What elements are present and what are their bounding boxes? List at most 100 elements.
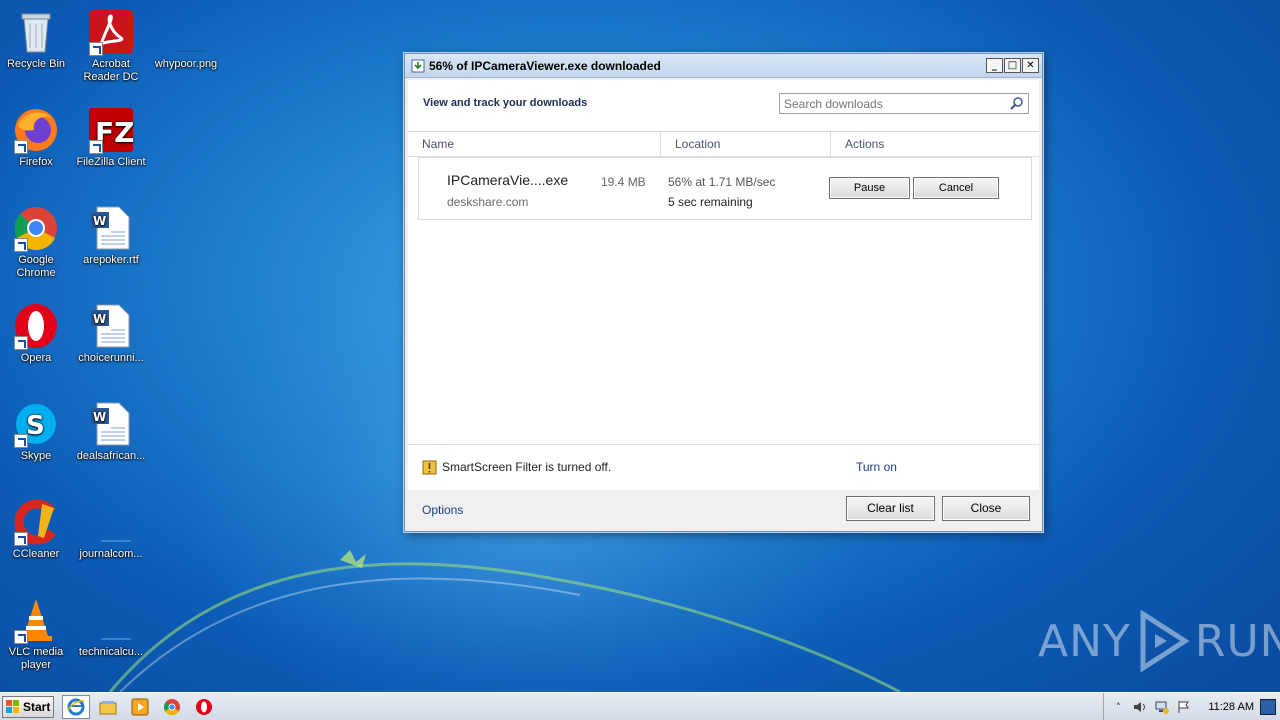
desktop-icon-label: Opera [20, 352, 52, 364]
opera-icon [196, 698, 212, 715]
word-doc-icon: W [87, 302, 135, 350]
options-link[interactable]: Options [422, 503, 463, 517]
desktop-icon-firefox[interactable]: Firefox [0, 106, 74, 169]
desktop-icon-label: arepoker.rtf [83, 254, 139, 266]
close-button[interactable]: Close [942, 496, 1030, 521]
play-logo-icon [1140, 610, 1190, 672]
desktop-icon-label: Skype [20, 450, 52, 462]
file-explorer-icon [99, 700, 117, 714]
desktop-icon-choicerunni[interactable]: W choicerunni... [73, 302, 149, 365]
desktop-icon-label: journalcom... [79, 548, 143, 560]
column-header-name[interactable]: Name [408, 132, 661, 156]
desktop-icon-dealsafrican[interactable]: W dealsafrican... [73, 400, 149, 463]
taskbar-opera[interactable] [190, 695, 218, 719]
desktop-icon-label: VLC media player [8, 646, 64, 671]
desktop-icon-ccleaner[interactable]: CCleaner [0, 498, 74, 561]
window-titlebar[interactable]: 56% of IPCameraViewer.exe downloaded _ □… [405, 54, 1042, 78]
svg-text:W: W [93, 312, 106, 326]
download-item[interactable]: IPCameraVie....exe 19.4 MB deskshare.com… [418, 157, 1032, 220]
desktop-icon-label: technicalcu... [78, 646, 144, 658]
word-doc-icon: W [87, 204, 135, 252]
desktop-icon-label: Google Chrome [16, 254, 56, 279]
show-hidden-icons-chevron-icon[interactable]: ˄ [1110, 699, 1126, 715]
png-file-icon [162, 8, 210, 56]
column-headers: Name Location Actions [408, 132, 1039, 157]
shortcut-arrow-icon [14, 140, 28, 154]
shortcut-arrow-icon [89, 140, 103, 154]
start-label: Start [23, 699, 51, 714]
chrome-icon [164, 698, 180, 715]
desktop-icon-label: dealsafrican... [76, 450, 146, 462]
desktop-icon-acrobat[interactable]: Acrobat Reader DC [73, 8, 149, 84]
search-box[interactable] [779, 93, 1029, 114]
internet-explorer-icon [67, 698, 85, 715]
svg-text:W: W [93, 410, 106, 424]
desktop-icon-label: whypoor.png [154, 58, 218, 70]
taskbar-internet-explorer[interactable] [62, 694, 90, 719]
watermark-text-left: ANY [1038, 615, 1131, 667]
taskbar-chrome[interactable] [158, 695, 186, 719]
vlc-icon [12, 596, 60, 644]
column-header-actions: Actions [845, 137, 885, 151]
taskbar: Start ˄ 11:28 AM [0, 692, 1280, 720]
maximize-button[interactable]: □ [1004, 58, 1021, 73]
desktop-icon-whypoor[interactable]: whypoor.png [148, 8, 224, 71]
search-icon[interactable] [1009, 96, 1025, 112]
pause-button[interactable]: Pause [829, 177, 910, 199]
column-header-location[interactable]: Location [661, 132, 831, 156]
volume-icon[interactable] [1132, 699, 1148, 715]
download-manager-icon [411, 59, 425, 72]
window-title: 56% of IPCameraViewer.exe downloaded [429, 58, 661, 73]
smartscreen-bar: SmartScreen Filter is turned off. Turn o… [408, 444, 1039, 488]
turn-on-link[interactable]: Turn on [856, 460, 897, 474]
desktop-icon-opera[interactable]: Opera [0, 302, 74, 365]
window-footer: Options Clear list Close [405, 490, 1042, 531]
desktop-icon-skype[interactable]: S Skype [0, 400, 74, 463]
cancel-button[interactable]: Cancel [913, 177, 999, 199]
media-player-icon [131, 698, 149, 715]
downloads-window: 56% of IPCameraViewer.exe downloaded _ □… [404, 53, 1043, 532]
desktop-icon-journalcom[interactable]: journalcom... [73, 498, 149, 561]
close-window-button[interactable]: ✕ [1022, 58, 1039, 73]
clear-list-button[interactable]: Clear list [846, 496, 935, 521]
download-size: 19.4 MB [601, 175, 646, 189]
desktop-icon-label: choicerunni... [78, 352, 144, 364]
skype-icon: S [12, 400, 60, 448]
shortcut-arrow-icon [14, 532, 28, 546]
download-progress-text: 56% at 1.71 MB/sec [668, 175, 776, 189]
system-tray: ˄ 11:28 AM [1103, 693, 1280, 720]
shortcut-arrow-icon [14, 238, 28, 252]
acrobat-icon [87, 8, 135, 56]
svg-text:S: S [26, 411, 45, 441]
shortcut-arrow-icon [14, 336, 28, 350]
taskbar-file-explorer[interactable] [94, 695, 122, 719]
desktop-icon-label: Recycle Bin [6, 58, 66, 70]
desktop-icon-technicalcu[interactable]: technicalcu... [73, 596, 149, 659]
desktop-icon-chrome[interactable]: Google Chrome [0, 204, 74, 280]
shortcut-arrow-icon [14, 630, 28, 644]
download-remaining: 5 sec remaining [668, 195, 753, 209]
taskbar-media-player[interactable] [126, 695, 154, 719]
taskbar-clock[interactable]: 11:28 AM [1208, 701, 1254, 713]
start-button[interactable]: Start [2, 695, 54, 718]
downloads-header-title: View and track your downloads [423, 97, 588, 109]
desktop-icon-label: CCleaner [12, 548, 60, 560]
search-input[interactable] [784, 96, 1009, 111]
desktop-icon-recycle-bin[interactable]: Recycle Bin [0, 8, 74, 71]
watermark-text-right: RUN [1194, 615, 1280, 667]
smartscreen-status: SmartScreen Filter is turned off. [442, 460, 612, 474]
downloads-content: View and track your downloads Name Locat… [408, 80, 1039, 490]
smartscreen-warning-icon [422, 460, 437, 475]
network-icon[interactable] [1154, 699, 1170, 715]
minimize-button[interactable]: _ [986, 58, 1003, 73]
action-center-flag-icon[interactable] [1176, 699, 1192, 715]
show-desktop-button[interactable] [1260, 699, 1276, 715]
desktop-icon-label: FileZilla Client [76, 156, 146, 168]
desktop-icon-arepoker[interactable]: W arepoker.rtf [73, 204, 149, 267]
blank-file-icon [87, 498, 135, 546]
shortcut-arrow-icon [14, 434, 28, 448]
blank-file-icon [87, 596, 135, 644]
desktop-icon-vlc[interactable]: VLC media player [0, 596, 74, 672]
desktop-icon-filezilla[interactable]: FZ FileZilla Client [73, 106, 149, 169]
downloads-header: View and track your downloads [408, 80, 1039, 132]
